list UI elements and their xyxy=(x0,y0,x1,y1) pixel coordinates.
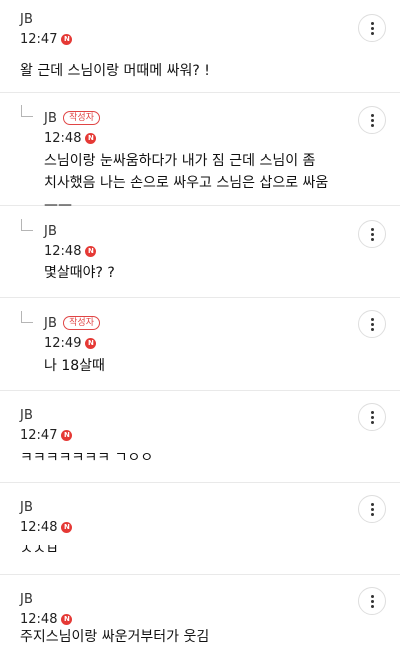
more-vertical-icon xyxy=(370,420,374,424)
comment-time: 12:49 xyxy=(44,335,82,351)
comment-text: 몇살때야? ? xyxy=(44,265,115,281)
author-badge: 작성자 xyxy=(63,111,100,125)
comment-meta: JB 12:48 N xyxy=(44,223,97,259)
more-options-button[interactable] xyxy=(358,310,386,338)
comment-time: 12:48 xyxy=(44,130,82,146)
more-vertical-icon xyxy=(370,232,374,236)
more-options-button[interactable] xyxy=(358,220,386,248)
comment-time: 12:47 xyxy=(20,427,58,443)
reply-arrow-icon xyxy=(21,311,33,323)
comment-item: JB 12:47 N 왈 근데 스님이랑 머때메 싸워? ! xyxy=(0,0,400,93)
comment-meta: JB 12:47 N xyxy=(20,407,73,443)
comment-meta: JB 작성자 12:48 N xyxy=(44,110,100,146)
comment-author[interactable]: JB xyxy=(44,224,57,239)
more-vertical-icon xyxy=(370,123,374,127)
comment-text: 나 18살때 xyxy=(44,358,105,374)
more-vertical-icon xyxy=(370,410,374,414)
comment-text: 주지스님이랑 싸운거부터가 웃김 xyxy=(20,629,210,645)
new-badge-icon: N xyxy=(61,613,73,625)
more-vertical-icon xyxy=(370,512,374,516)
more-vertical-icon xyxy=(370,327,374,331)
more-options-button[interactable] xyxy=(358,14,386,42)
more-vertical-icon xyxy=(370,227,374,231)
reply-item: JB 작성자 12:48 N 스님이랑 눈싸움하다가 내가 짐 근데 스님이 좀… xyxy=(0,93,400,213)
more-options-button[interactable] xyxy=(358,587,386,615)
more-vertical-icon xyxy=(370,599,374,603)
more-options-button[interactable] xyxy=(358,495,386,523)
comment-author[interactable]: JB xyxy=(20,500,33,515)
reply-arrow-icon xyxy=(21,219,33,231)
more-options-button[interactable] xyxy=(358,403,386,431)
comment-time: 12:48 xyxy=(20,611,58,627)
more-vertical-icon xyxy=(370,502,374,506)
comment-meta: JB 12:48 N xyxy=(20,499,73,535)
more-vertical-icon xyxy=(370,415,374,419)
comment-time: 12:47 xyxy=(20,31,58,47)
more-vertical-icon xyxy=(370,507,374,511)
new-badge-icon: N xyxy=(61,33,73,45)
more-vertical-icon xyxy=(370,604,374,608)
reply-item: JB 작성자 12:49 N 나 18살때 xyxy=(0,298,400,391)
new-badge-icon: N xyxy=(85,245,97,257)
more-vertical-icon xyxy=(370,113,374,117)
more-vertical-icon xyxy=(370,317,374,321)
comment-author[interactable]: JB xyxy=(20,408,33,423)
comment-item: JB 12:48 N ㅅㅅㅂ xyxy=(0,483,400,575)
comment-author[interactable]: JB xyxy=(20,592,33,607)
more-vertical-icon xyxy=(370,31,374,35)
reply-item: JB 12:48 N 몇살때야? ? xyxy=(0,206,400,298)
comment-meta: JB 작성자 12:49 N xyxy=(44,315,100,351)
more-vertical-icon xyxy=(370,118,374,122)
more-vertical-icon xyxy=(370,594,374,598)
author-badge: 작성자 xyxy=(63,316,100,330)
more-vertical-icon xyxy=(370,21,374,25)
comment-author[interactable]: JB xyxy=(44,111,57,126)
comment-author[interactable]: JB xyxy=(20,12,33,27)
comment-thread: JB 12:47 N 왈 근데 스님이랑 머때메 싸워? ! JB 작성자 12… xyxy=(0,0,400,648)
comment-meta: JB 12:48 N xyxy=(20,591,73,627)
more-vertical-icon xyxy=(370,322,374,326)
reply-arrow-icon xyxy=(21,105,33,117)
comment-author[interactable]: JB xyxy=(44,316,57,331)
new-badge-icon: N xyxy=(85,132,97,144)
new-badge-icon: N xyxy=(61,429,73,441)
more-options-button[interactable] xyxy=(358,106,386,134)
comment-time: 12:48 xyxy=(44,243,82,259)
comment-item: JB 12:47 N ㅋㅋㅋㅋㅋㅋㅋ ㄱㅇㅇ xyxy=(0,391,400,483)
comment-meta: JB 12:47 N xyxy=(20,11,73,47)
comment-text: 왈 근데 스님이랑 머때메 싸워? ! xyxy=(20,63,210,79)
new-badge-icon: N xyxy=(61,521,73,533)
comment-time: 12:48 xyxy=(20,519,58,535)
more-vertical-icon xyxy=(370,26,374,30)
comment-text: ㅋㅋㅋㅋㅋㅋㅋ ㄱㅇㅇ xyxy=(20,450,154,466)
more-vertical-icon xyxy=(370,237,374,241)
comment-item: JB 12:48 N 주지스님이랑 싸운거부터가 웃김 xyxy=(0,575,400,648)
new-badge-icon: N xyxy=(85,337,97,349)
comment-text: ㅅㅅㅂ xyxy=(20,542,59,558)
